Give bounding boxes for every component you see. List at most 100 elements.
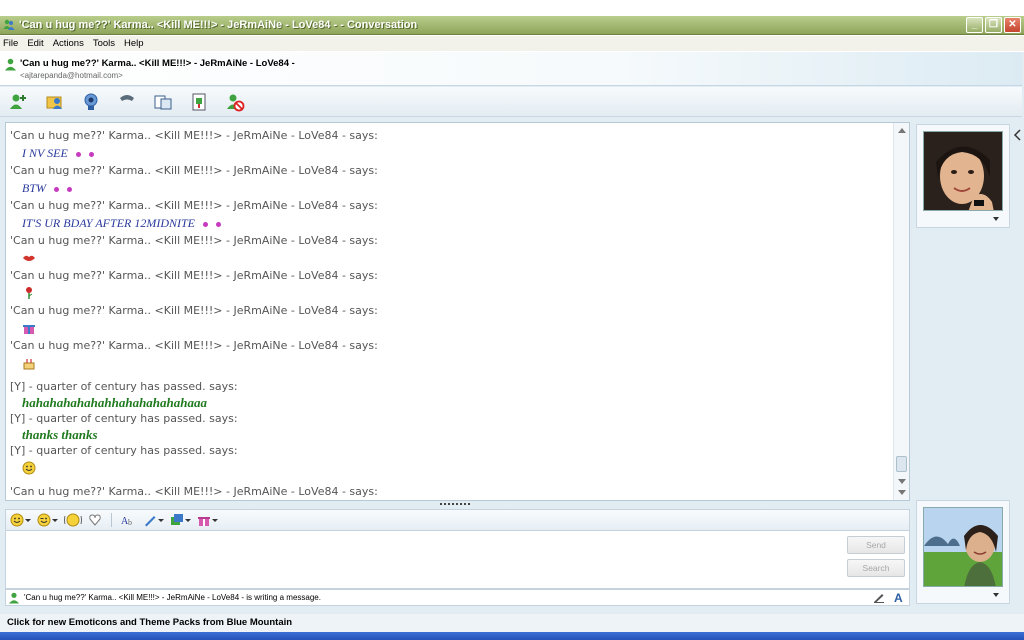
close-button[interactable]: ✕	[1004, 17, 1021, 33]
message-sender: 'Can u hug me??' Karma.. <Kill ME!!!> - …	[10, 199, 378, 212]
scroll-up-icon[interactable]	[898, 128, 906, 133]
emoticon-icon	[75, 151, 81, 157]
smiley-icon	[10, 513, 24, 527]
message-text: hahahahahahahhahahahahahaaa	[22, 395, 207, 410]
ink-button[interactable]	[88, 511, 102, 529]
message-text	[10, 459, 891, 477]
toolbar-separator	[111, 513, 112, 527]
conversation-scrollbar[interactable]	[893, 123, 909, 500]
background-button[interactable]	[170, 511, 191, 529]
menu-edit[interactable]: Edit	[27, 38, 43, 49]
nudge-icon	[64, 513, 82, 527]
webcam-icon[interactable]	[80, 91, 102, 113]
message-text	[10, 249, 891, 267]
emoticon-icon	[203, 221, 209, 227]
message-text	[10, 284, 891, 302]
restore-button[interactable]: ❐	[985, 17, 1002, 33]
gift-icon	[198, 517, 210, 526]
message-sender: 'Can u hug me??' Karma.. <Kill ME!!!> - …	[10, 339, 378, 352]
emoticon-icon	[216, 221, 222, 227]
message-text	[10, 319, 891, 337]
svg-text:b: b	[128, 518, 132, 527]
collapse-panel-icon[interactable]	[1013, 128, 1022, 142]
pen-icon	[145, 516, 156, 527]
svg-text:A: A	[894, 591, 903, 603]
buddy-status-icon	[5, 58, 16, 71]
chevron-down-icon[interactable]	[993, 217, 999, 221]
text-mode-icon[interactable]: A	[893, 591, 905, 603]
games-icon[interactable]	[188, 91, 210, 113]
message-sender: 'Can u hug me??' Karma.. <Kill ME!!!> - …	[10, 129, 378, 142]
block-icon[interactable]	[224, 91, 246, 113]
minimize-button[interactable]: _	[966, 17, 983, 33]
emoticon-icon	[54, 186, 59, 192]
window-title: 'Can u hug me??' Karma.. <Kill ME!!!> - …	[19, 19, 418, 31]
message-text: I NV SEE	[10, 144, 891, 162]
scroll-thumb[interactable]	[896, 456, 907, 472]
menu-bar: File Edit Actions Tools Help	[0, 36, 1024, 51]
emoticons-button[interactable]	[10, 511, 31, 529]
pane-splitter-handle[interactable]	[440, 503, 470, 506]
chevron-down-icon	[212, 518, 218, 522]
title-bar: 'Can u hug me??' Karma.. <Kill ME!!!> - …	[0, 16, 1024, 35]
send-button[interactable]: Send	[847, 536, 905, 554]
message-sender: 'Can u hug me??' Karma.. <Kill ME!!!> - …	[10, 269, 378, 282]
promo-link[interactable]: Click for new Emoticons and Theme Packs …	[0, 614, 1024, 632]
send-files-icon[interactable]	[44, 91, 66, 113]
voice-clip-button[interactable]	[37, 511, 58, 529]
chevron-down-icon	[52, 518, 58, 522]
chevron-down-icon	[25, 518, 31, 522]
invite-contact-icon[interactable]	[8, 91, 30, 113]
message-sender: [Y] - quarter of century has passed. say…	[10, 380, 238, 393]
send-gift-button[interactable]	[197, 511, 218, 529]
message-sender: [Y] - quarter of century has passed. say…	[10, 444, 238, 457]
message-sender: 'Can u hug me??' Karma.. <Kill ME!!!> - …	[10, 164, 378, 177]
menu-help[interactable]: Help	[124, 38, 144, 49]
my-display-picture[interactable]	[916, 500, 1010, 604]
handwriting-mode-icon[interactable]	[873, 591, 885, 603]
conversation-history[interactable]: 'Can u hug me??' Karma.. <Kill ME!!!> - …	[5, 122, 910, 501]
scroll-down-icon[interactable]	[898, 479, 906, 484]
emoticon-icon	[88, 151, 94, 157]
message-sender: [Y] - quarter of century has passed. say…	[10, 412, 238, 425]
buddy-status-icon	[9, 592, 19, 603]
font-icon: Ab	[121, 516, 132, 527]
taskbar	[0, 632, 1024, 640]
contact-header: 'Can u hug me??' Karma.. <Kill ME!!!> - …	[0, 52, 1022, 86]
message-sender: 'Can u hug me??' Karma.. <Kill ME!!!> - …	[10, 234, 378, 247]
message-text: IT'S UR BDAY AFTER 12MIDNITE	[10, 214, 891, 232]
search-button[interactable]: Search	[847, 559, 905, 577]
activities-icon[interactable]	[152, 91, 174, 113]
action-toolbar	[0, 87, 1022, 117]
message-text	[10, 354, 891, 372]
message-sender: 'Can u hug me??' Karma.. <Kill ME!!!> - …	[10, 485, 378, 498]
menu-file[interactable]: File	[3, 38, 18, 49]
smile-emoticon-icon	[22, 461, 36, 475]
messenger-icon	[3, 19, 15, 30]
rose-emoticon-icon	[26, 287, 33, 300]
my-photo	[923, 507, 1003, 587]
chevron-down-icon[interactable]	[993, 593, 999, 597]
font-button[interactable]: Ab	[121, 511, 137, 529]
wink-icon	[37, 513, 51, 527]
menu-tools[interactable]: Tools	[93, 38, 115, 49]
typing-status-text: 'Can u hug me??' Karma.. <Kill ME!!!> - …	[24, 593, 321, 602]
menu-actions[interactable]: Actions	[53, 38, 84, 49]
heart-icon	[89, 514, 101, 526]
message-sender: 'Can u hug me??' Karma.. <Kill ME!!!> - …	[10, 304, 378, 317]
contact-email: <ajtarepanda@hotmail.com>	[20, 71, 123, 80]
contact-name[interactable]: 'Can u hug me??' Karma.. <Kill ME!!!> - …	[20, 58, 295, 69]
message-input[interactable]: Send Search	[5, 531, 910, 589]
handwriting-button[interactable]	[143, 511, 164, 529]
format-toolbar: Ab	[5, 509, 910, 531]
message-text	[10, 500, 891, 501]
lips-emoticon-icon	[23, 255, 35, 262]
scroll-end-icon[interactable]	[898, 490, 906, 495]
message-text: thanks thanks	[22, 427, 98, 442]
contact-photo	[923, 131, 1003, 211]
contact-display-picture[interactable]	[916, 124, 1010, 228]
call-icon[interactable]	[116, 91, 138, 113]
emoticon-icon	[67, 186, 72, 192]
message-text: BTW	[10, 179, 891, 197]
nudge-button[interactable]	[64, 511, 82, 529]
